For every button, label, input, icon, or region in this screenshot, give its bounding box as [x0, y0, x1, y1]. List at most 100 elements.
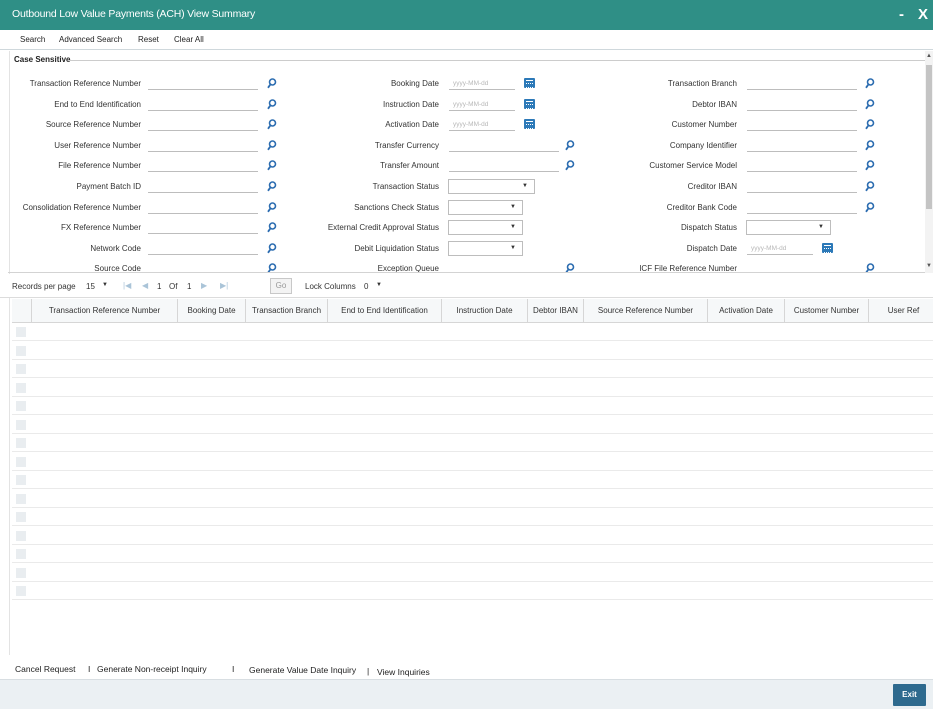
previous-page-icon[interactable]: ◀	[142, 281, 148, 290]
row-checkbox[interactable]	[16, 586, 26, 596]
table-row[interactable]	[12, 564, 933, 582]
next-page-icon[interactable]: ▶	[201, 281, 207, 290]
search-icon[interactable]	[865, 98, 875, 110]
calendar-icon[interactable]	[822, 242, 833, 253]
exit-button[interactable]: Exit	[893, 684, 926, 706]
table-row[interactable]	[12, 527, 933, 545]
transaction-reference-number-input[interactable]	[148, 76, 258, 90]
search-icon[interactable]	[865, 263, 875, 273]
table-row[interactable]	[12, 471, 933, 489]
search-icon[interactable]	[267, 201, 277, 213]
column-header[interactable]: Customer Number	[785, 299, 869, 323]
user-reference-number-input[interactable]	[148, 137, 258, 152]
table-row[interactable]	[12, 379, 933, 397]
reset-button[interactable]: Reset	[138, 35, 159, 44]
row-checkbox[interactable]	[16, 401, 26, 411]
scroll-down-icon[interactable]: ▼	[926, 263, 932, 269]
search-icon[interactable]	[865, 119, 875, 130]
source-reference-number-input[interactable]	[148, 117, 258, 132]
column-header[interactable]: Debtor IBAN	[528, 299, 584, 323]
network-code-input[interactable]	[148, 240, 258, 255]
search-icon[interactable]	[267, 263, 277, 273]
search-icon[interactable]	[565, 160, 575, 171]
row-checkbox[interactable]	[16, 345, 26, 356]
customer-number-input[interactable]	[747, 117, 857, 132]
table-row[interactable]	[12, 397, 933, 415]
column-header[interactable]: User Ref	[869, 299, 933, 323]
file-reference-number-input[interactable]	[148, 158, 258, 173]
dispatch-status-select[interactable]: ▼	[746, 220, 831, 236]
column-header[interactable]: Source Reference Number	[584, 299, 708, 323]
column-header[interactable]: Transaction Reference Number	[32, 299, 178, 323]
scroll-up-icon[interactable]: ▲	[926, 53, 932, 59]
scrollbar-thumb[interactable]	[926, 65, 932, 209]
table-row[interactable]	[12, 582, 933, 600]
debtor-iban-input[interactable]	[747, 96, 857, 111]
table-row[interactable]	[12, 434, 933, 452]
calendar-icon[interactable]	[524, 98, 535, 109]
customer-service-model-input[interactable]	[747, 158, 857, 173]
search-icon[interactable]	[267, 242, 277, 254]
column-header[interactable]: Instruction Date	[442, 299, 528, 323]
generate-non-receipt-inquiry-link[interactable]: Generate Non-receipt Inquiry	[97, 664, 207, 674]
search-icon[interactable]	[565, 263, 575, 273]
generate-value-date-inquiry-link[interactable]: Generate Value Date Inquiry	[249, 665, 356, 675]
advanced-search-button[interactable]: Advanced Search	[59, 35, 122, 44]
minimize-icon[interactable]: -	[899, 6, 904, 23]
table-row[interactable]	[12, 416, 933, 434]
search-icon[interactable]	[565, 139, 575, 151]
consolidation-reference-number-input[interactable]	[148, 199, 258, 214]
close-icon[interactable]: X	[918, 6, 928, 23]
fx-reference-number-input[interactable]	[148, 220, 258, 235]
row-checkbox[interactable]	[16, 364, 26, 374]
creditor-iban-input[interactable]	[747, 179, 857, 193]
table-row[interactable]	[12, 508, 933, 526]
table-row[interactable]	[12, 360, 933, 378]
search-icon[interactable]	[267, 222, 277, 233]
clear-all-button[interactable]: Clear All	[174, 35, 204, 44]
search-button[interactable]: Search	[20, 35, 45, 44]
last-page-icon[interactable]: ▶|	[220, 281, 228, 290]
column-header[interactable]: Booking Date	[178, 299, 246, 323]
transaction-status-select[interactable]: ▼	[448, 179, 535, 194]
select-all-column[interactable]	[12, 299, 32, 323]
row-checkbox[interactable]	[16, 419, 26, 430]
search-icon[interactable]	[865, 181, 875, 192]
calendar-icon[interactable]	[524, 78, 535, 88]
search-icon[interactable]	[865, 139, 875, 151]
row-checkbox[interactable]	[16, 438, 26, 448]
table-row[interactable]	[12, 342, 933, 360]
criteria-scrollbar[interactable]: ▲ ▼	[925, 51, 933, 273]
search-icon[interactable]	[267, 181, 277, 192]
search-icon[interactable]	[865, 201, 875, 213]
cancel-request-link[interactable]: Cancel Request	[15, 664, 75, 674]
column-header[interactable]: Activation Date	[708, 299, 785, 323]
sanctions-check-status-select[interactable]: ▼	[448, 199, 523, 215]
row-checkbox[interactable]	[16, 530, 26, 541]
search-icon[interactable]	[865, 160, 875, 171]
payment-batch-id-input[interactable]	[148, 179, 258, 193]
table-row[interactable]	[12, 490, 933, 508]
row-checkbox[interactable]	[16, 512, 26, 522]
end-to-end-identification-input[interactable]	[148, 96, 258, 111]
row-checkbox[interactable]	[16, 549, 26, 559]
row-checkbox[interactable]	[16, 327, 26, 337]
search-icon[interactable]	[267, 139, 277, 151]
search-icon[interactable]	[865, 78, 875, 89]
search-icon[interactable]	[267, 98, 277, 110]
calendar-icon[interactable]	[524, 119, 535, 130]
table-row[interactable]	[12, 323, 933, 341]
row-checkbox[interactable]	[16, 567, 26, 578]
column-header[interactable]: End to End Identification	[328, 299, 442, 323]
first-page-icon[interactable]: |◀	[123, 281, 131, 290]
records-per-page-select[interactable]: 15 ▼	[83, 280, 111, 293]
search-icon[interactable]	[267, 78, 277, 89]
search-icon[interactable]	[267, 119, 277, 130]
transfer-currency-input[interactable]	[449, 137, 559, 152]
external-credit-approval-status-select[interactable]: ▼	[448, 220, 523, 236]
transfer-amount-input[interactable]	[449, 158, 559, 173]
row-checkbox[interactable]	[16, 456, 26, 467]
row-checkbox[interactable]	[16, 382, 26, 393]
debit-liquidation-status-select[interactable]: ▼	[448, 240, 523, 256]
search-icon[interactable]	[267, 160, 277, 171]
